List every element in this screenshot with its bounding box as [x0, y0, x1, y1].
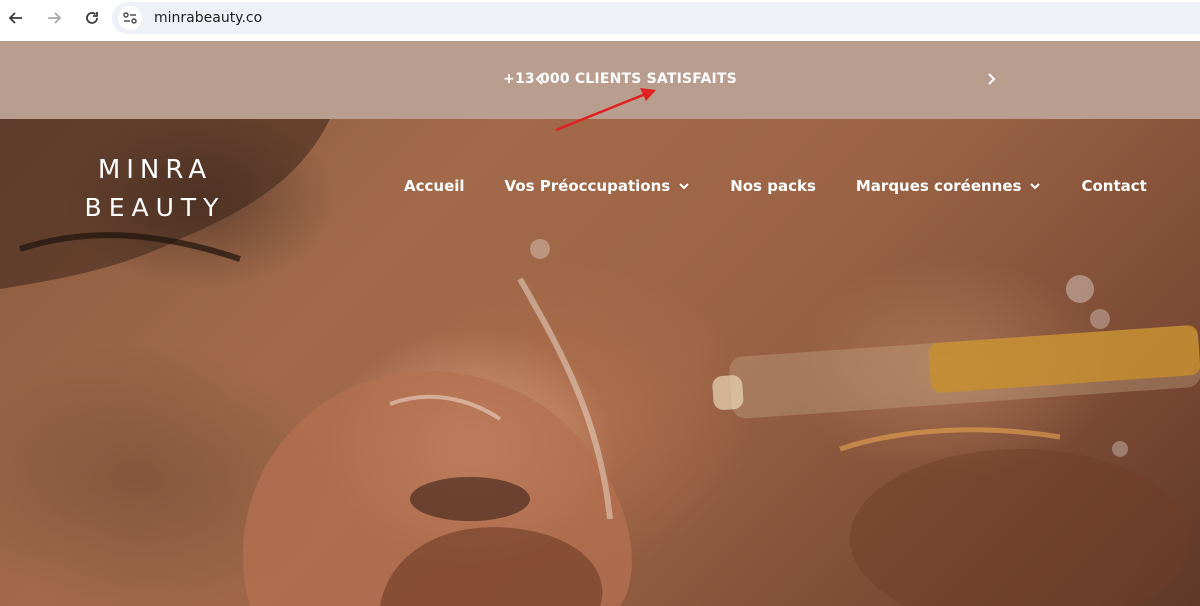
back-button[interactable] — [6, 8, 26, 28]
logo-line-2: BEAUTY — [84, 193, 226, 222]
nav-item-marques-coreennes[interactable]: Marques coréennes — [856, 177, 1042, 195]
reload-button[interactable] — [82, 8, 102, 28]
forward-button[interactable] — [44, 8, 64, 28]
announcement-bar: +13 000 CLIENTS SATISFAITS — [0, 41, 1200, 119]
chevron-down-icon — [679, 183, 689, 190]
main-navigation: Accueil Vos Préoccupations Nos packs Mar… — [404, 177, 1147, 195]
nav-item-contact[interactable]: Contact — [1081, 177, 1146, 195]
back-arrow-icon — [8, 12, 22, 24]
reload-icon — [86, 12, 98, 24]
browser-toolbar: minrabeauty.co — [0, 0, 1200, 36]
nav-item-accueil[interactable]: Accueil — [404, 177, 465, 195]
nav-item-label: Nos packs — [730, 177, 816, 195]
nav-item-label: Accueil — [404, 177, 465, 195]
nav-item-label: Contact — [1081, 177, 1147, 195]
address-bar[interactable]: minrabeauty.co — [112, 2, 1200, 34]
chevron-down-icon — [1030, 183, 1041, 190]
nav-item-label: Marques coréennes — [855, 177, 1022, 195]
forward-arrow-icon — [48, 12, 62, 24]
hero-image: MINRA BEAUTY Accueil Vos Préoccupations … — [0, 119, 1200, 606]
url-text[interactable]: minrabeauty.co — [154, 10, 262, 26]
site-info-button[interactable] — [118, 6, 142, 30]
nav-item-label: Vos Préoccupations — [504, 177, 671, 195]
logo-line-1: MINRA — [97, 155, 213, 185]
brand-logo[interactable]: MINRA BEAUTY — [70, 155, 240, 222]
site-info-icon — [123, 12, 137, 24]
chevron-right-icon[interactable] — [984, 72, 998, 86]
nav-item-nos-packs[interactable]: Nos packs — [730, 177, 816, 195]
announcement-text: +13 000 CLIENTS SATISFAITS — [503, 71, 737, 87]
nav-item-vos-preoccupations[interactable]: Vos Préoccupations — [505, 177, 691, 195]
